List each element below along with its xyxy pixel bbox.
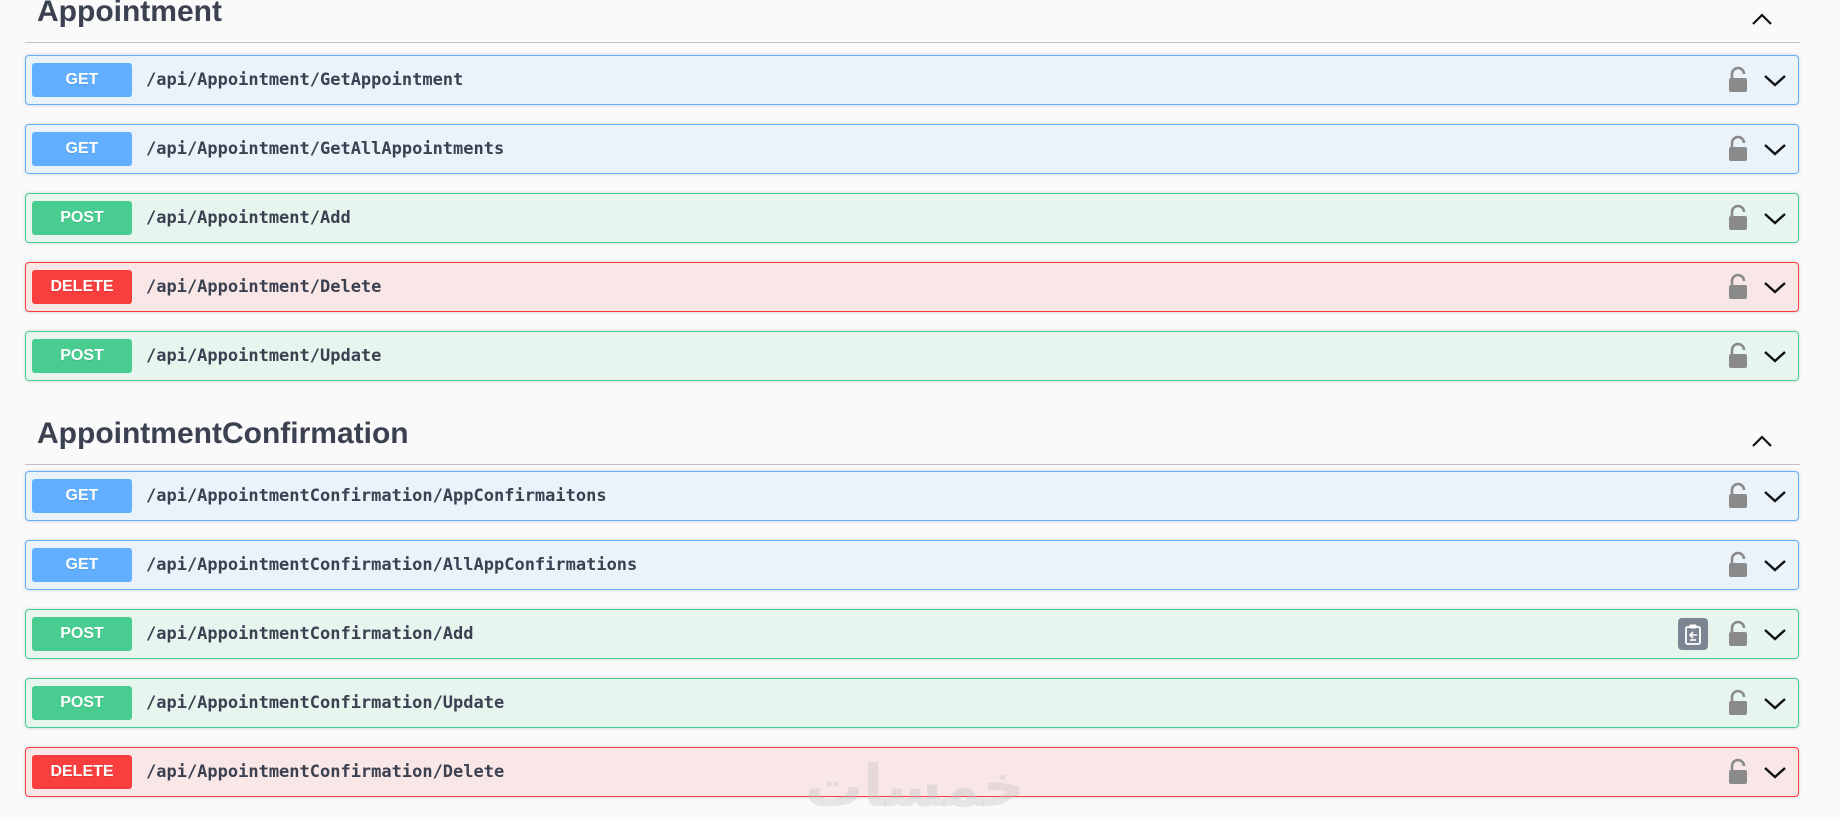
method-badge: POST: [32, 201, 132, 235]
chevron-down-icon[interactable]: [1760, 67, 1790, 93]
method-badge: GET: [32, 479, 132, 513]
operation-path: /api/AppointmentConfirmation/Delete: [146, 762, 505, 782]
chevron-down-icon[interactable]: [1760, 483, 1790, 509]
method-badge: GET: [32, 548, 132, 582]
chevron-down-icon[interactable]: [1760, 343, 1790, 369]
chevron-up-icon[interactable]: [1744, 4, 1780, 34]
operation-post-appointment-add[interactable]: POST /api/Appointment/Add: [25, 193, 1799, 243]
unlocked-padlock-icon[interactable]: [1726, 66, 1750, 94]
unlocked-padlock-icon[interactable]: [1726, 689, 1750, 717]
unlocked-padlock-icon[interactable]: [1726, 551, 1750, 579]
unlocked-padlock-icon[interactable]: [1726, 342, 1750, 370]
operation-get-appointment[interactable]: GET /api/Appointment/GetAppointment: [25, 55, 1799, 105]
chevron-down-icon[interactable]: [1760, 205, 1790, 231]
chevron-down-icon[interactable]: [1760, 274, 1790, 300]
operation-get-app-confirmaitons[interactable]: GET /api/AppointmentConfirmation/AppConf…: [25, 471, 1799, 521]
operation-delete-appointment[interactable]: DELETE /api/Appointment/Delete: [25, 262, 1799, 312]
unlocked-padlock-icon[interactable]: [1726, 204, 1750, 232]
operation-post-app-confirmation-add[interactable]: POST /api/AppointmentConfirmation/Add: [25, 609, 1799, 659]
operation-post-appointment-update[interactable]: POST /api/Appointment/Update: [25, 331, 1799, 381]
method-badge: DELETE: [32, 270, 132, 304]
operation-path: /api/AppointmentConfirmation/AppConfirma…: [146, 486, 607, 506]
chevron-down-icon[interactable]: [1760, 621, 1790, 647]
chevron-up-icon[interactable]: [1744, 426, 1780, 456]
operation-get-all-app-confirmations[interactable]: GET /api/AppointmentConfirmation/AllAppC…: [25, 540, 1799, 590]
operation-path: /api/Appointment/GetAppointment: [146, 70, 464, 90]
operation-post-app-confirmation-update[interactable]: POST /api/AppointmentConfirmation/Update: [25, 678, 1799, 728]
chevron-down-icon[interactable]: [1760, 690, 1790, 716]
swagger-operations-page: Appointment GET /api/Appointment/GetAppo…: [0, 0, 1840, 820]
unlocked-padlock-icon[interactable]: [1726, 135, 1750, 163]
unlocked-padlock-icon[interactable]: [1726, 482, 1750, 510]
method-badge: POST: [32, 686, 132, 720]
operation-delete-app-confirmation[interactable]: DELETE /api/AppointmentConfirmation/Dele…: [25, 747, 1799, 797]
unlocked-padlock-icon[interactable]: [1726, 620, 1750, 648]
operation-path: /api/Appointment/GetAllAppointments: [146, 139, 505, 159]
section-header-appointment-confirmation[interactable]: AppointmentConfirmation: [25, 414, 1800, 465]
method-badge: GET: [32, 63, 132, 97]
method-badge: POST: [32, 339, 132, 373]
operation-path: /api/Appointment/Delete: [146, 277, 382, 297]
operation-path: /api/AppointmentConfirmation/Add: [146, 624, 474, 644]
operation-path: /api/Appointment/Add: [146, 208, 351, 228]
chevron-down-icon[interactable]: [1760, 759, 1790, 785]
section-title: Appointment: [37, 0, 222, 28]
operation-path: /api/AppointmentConfirmation/Update: [146, 693, 505, 713]
method-badge: GET: [32, 132, 132, 166]
unlocked-padlock-icon[interactable]: [1726, 758, 1750, 786]
chevron-down-icon[interactable]: [1760, 552, 1790, 578]
unlocked-padlock-icon[interactable]: [1726, 273, 1750, 301]
chevron-down-icon[interactable]: [1760, 136, 1790, 162]
method-badge: DELETE: [32, 755, 132, 789]
method-badge: POST: [32, 617, 132, 651]
section-header-appointment[interactable]: Appointment: [25, 0, 1800, 43]
section-title: AppointmentConfirmation: [37, 417, 409, 450]
operation-get-all-appointments[interactable]: GET /api/Appointment/GetAllAppointments: [25, 124, 1799, 174]
operation-path: /api/Appointment/Update: [146, 346, 382, 366]
operation-path: /api/AppointmentConfirmation/AllAppConfi…: [146, 555, 638, 575]
copy-to-clipboard-icon[interactable]: [1678, 618, 1708, 650]
